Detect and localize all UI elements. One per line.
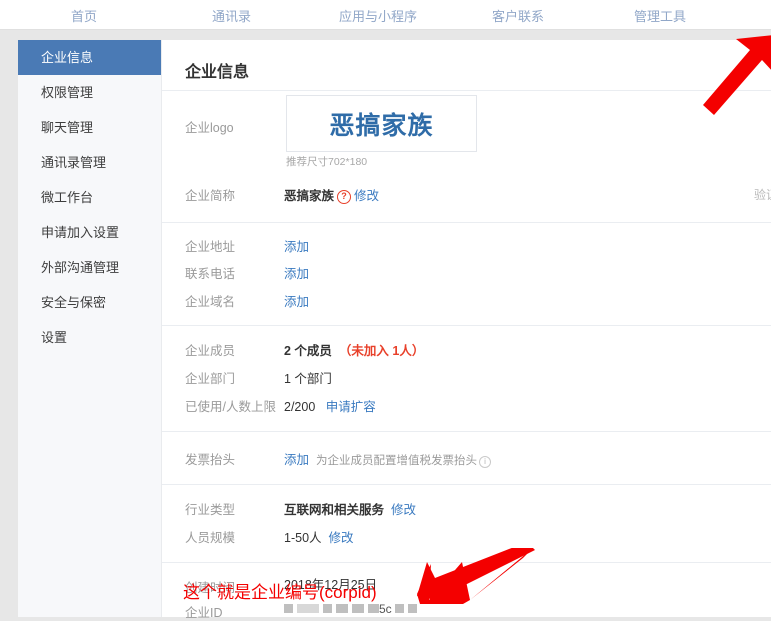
expand-quota-link[interactable]: 申请扩容 — [326, 400, 376, 414]
members-pending-warning: （未加入 1人） — [338, 344, 425, 358]
sidebar-item-label: 设置 — [41, 330, 68, 345]
redaction-block — [395, 604, 405, 613]
quota-used-total: 2/200 — [284, 400, 316, 414]
departments-count: 1 个部门 — [284, 372, 332, 386]
sidebar-item-label: 安全与保密 — [41, 295, 107, 310]
nav-item-home[interactable]: 首页 — [71, 6, 97, 25]
redaction-block — [368, 604, 379, 613]
staff-size-value: 1-50人 — [284, 531, 322, 545]
invoice-add-link[interactable]: 添加 — [284, 453, 309, 467]
staff-size-row: 1-50人 修改 — [284, 527, 354, 546]
sidebar-item-label: 微工作台 — [41, 190, 94, 205]
industry-type-value: 互联网和相关服务 — [284, 503, 385, 517]
sidebar-item-settings[interactable]: 设置 — [18, 320, 161, 355]
domain-label: 企业域名 — [185, 295, 236, 309]
divider — [162, 431, 771, 432]
industry-type-edit-link[interactable]: 修改 — [391, 503, 416, 517]
top-navigation-bar: 首页 通讯录 应用与小程序 客户联系 管理工具 — [0, 0, 771, 30]
quota-label: 已使用/人数上限 — [185, 400, 276, 414]
sidebar-item-enterprise-info[interactable]: 企业信息 — [18, 40, 161, 75]
invoice-value-row: 添加 为企业成员配置增值税发票抬头 i — [284, 449, 491, 468]
corpid-label: 企业ID — [185, 606, 223, 620]
corpid-value-redacted: 5c — [284, 602, 421, 616]
sidebar-item-security[interactable]: 安全与保密 — [18, 285, 161, 320]
enterprise-logo-text: 恶搞家族 — [329, 111, 434, 140]
page-title: 企业信息 — [185, 64, 250, 81]
divider — [162, 325, 771, 326]
nav-item-customers[interactable]: 客户联系 — [492, 6, 544, 25]
sidebar-item-contact-management[interactable]: 通讯录管理 — [18, 145, 161, 180]
sidebar-item-label: 外部沟通管理 — [41, 260, 120, 275]
sidebar-item-label: 企业信息 — [41, 50, 94, 65]
divider — [162, 222, 771, 223]
industry-type-row: 互联网和相关服务 修改 — [284, 499, 416, 518]
logo-size-hint: 推荐尺寸702*180 — [286, 156, 368, 168]
sidebar-item-label: 申请加入设置 — [41, 225, 120, 240]
phone-add-link[interactable]: 添加 — [284, 263, 309, 282]
members-label: 企业成员 — [185, 344, 236, 358]
sidebar-item-micro-workbench[interactable]: 微工作台 — [18, 180, 161, 215]
address-label: 企业地址 — [185, 240, 236, 254]
help-question-icon[interactable]: ? — [337, 190, 352, 204]
enterprise-logo-box[interactable]: 恶搞家族 — [286, 95, 477, 152]
short-name-value: 恶搞家族 — [284, 189, 335, 203]
invoice-title-label: 发票抬头 — [185, 453, 236, 467]
domain-add-link[interactable]: 添加 — [284, 291, 309, 310]
redaction-block — [284, 604, 293, 613]
nav-item-admin-tools[interactable]: 管理工具 — [634, 6, 686, 25]
nav-item-contacts[interactable]: 通讯录 — [212, 6, 251, 25]
quota-value-row: 2/200 申请扩容 — [284, 396, 376, 415]
sidebar-item-label: 权限管理 — [41, 85, 94, 100]
sidebar-item-label: 聊天管理 — [41, 120, 94, 135]
members-value-row: 2 个成员 （未加入 1人） — [284, 340, 424, 359]
members-count: 2 个成员 — [284, 344, 332, 358]
industry-type-label: 行业类型 — [185, 503, 236, 517]
sidebar-item-permissions[interactable]: 权限管理 — [18, 75, 161, 110]
phone-label: 联系电话 — [185, 267, 236, 281]
redaction-block — [408, 604, 418, 613]
annotation-corpid-note: 这个就是企业编号(corpid) — [183, 583, 377, 602]
divider — [162, 90, 771, 91]
redaction-block — [297, 604, 319, 613]
sidebar: 企业信息 权限管理 聊天管理 通讯录管理 微工作台 申请加入设置 外部沟通管理 … — [18, 40, 162, 617]
staff-size-label: 人员规模 — [185, 531, 236, 545]
sidebar-item-chat-management[interactable]: 聊天管理 — [18, 110, 161, 145]
sidebar-item-label: 通讯录管理 — [41, 155, 107, 170]
short-name-label: 企业简称 — [185, 189, 236, 203]
divider — [162, 562, 771, 563]
info-icon[interactable]: i — [478, 456, 491, 468]
redaction-block — [352, 604, 364, 613]
invoice-hint-text: 为企业成员配置增值税发票抬头 — [315, 455, 477, 467]
divider — [162, 484, 771, 485]
nav-item-apps[interactable]: 应用与小程序 — [339, 6, 417, 25]
sidebar-item-external-comm[interactable]: 外部沟通管理 — [18, 250, 161, 285]
redaction-block — [336, 604, 348, 613]
staff-size-edit-link[interactable]: 修改 — [328, 531, 353, 545]
departments-label: 企业部门 — [185, 372, 236, 386]
enterprise-logo-label: 企业logo — [185, 121, 234, 135]
redaction-block — [323, 604, 332, 613]
address-add-link[interactable]: 添加 — [284, 236, 309, 255]
sidebar-item-join-settings[interactable]: 申请加入设置 — [18, 215, 161, 250]
short-name-value-row: 恶搞家族? 修改 — [284, 185, 379, 204]
corpid-visible-fragment: 5c — [379, 602, 392, 616]
short-name-edit-link[interactable]: 修改 — [354, 189, 379, 203]
verify-text-cutoff[interactable]: 验证 — [754, 186, 771, 203]
content-panel: 企业信息 企业logo 恶搞家族 推荐尺寸702*180 企业简称 恶搞家族? 修… — [162, 40, 771, 620]
